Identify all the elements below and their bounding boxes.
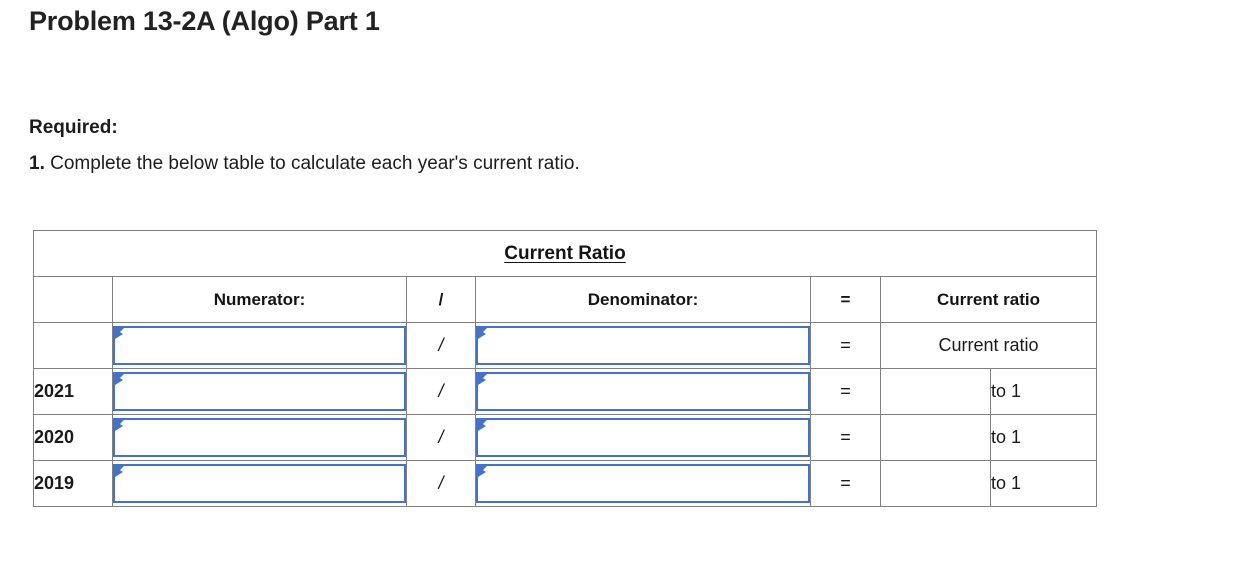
- slash-cell-2021: /: [406, 368, 476, 415]
- header-label-cell: [33, 276, 113, 323]
- denominator-cell-0[interactable]: [475, 322, 811, 369]
- instruction-line: 1. Complete the below table to calculate…: [29, 146, 580, 182]
- result-value-cell-2020[interactable]: [880, 414, 991, 461]
- slash-cell-2019: /: [406, 460, 476, 507]
- numerator-input-0[interactable]: [125, 328, 402, 365]
- numerator-cell-2021[interactable]: [112, 368, 407, 415]
- equals-cell-2019: =: [810, 460, 881, 507]
- instruction-text: Complete the below table to calculate ea…: [44, 153, 580, 174]
- table-title-text: Current Ratio: [504, 242, 626, 264]
- header-slash: /: [406, 276, 476, 323]
- required-label: Required:: [29, 117, 118, 138]
- numerator-cell-0[interactable]: [112, 322, 407, 369]
- denominator-entry-box-2019[interactable]: [476, 464, 810, 503]
- numerator-entry-box-2019[interactable]: [113, 464, 406, 503]
- header-numerator: Numerator:: [112, 276, 407, 323]
- header-denominator: Denominator:: [475, 276, 811, 323]
- page-title: Problem 13-2A (Algo) Part 1: [29, 6, 380, 36]
- denominator-entry-box-2020[interactable]: [476, 418, 810, 457]
- table-title-row: Current Ratio: [32, 230, 1098, 277]
- slash-cell-2020: /: [406, 414, 476, 461]
- result-suffix-2020: to 1: [989, 414, 1098, 461]
- denominator-entry-box-0[interactable]: [476, 326, 810, 365]
- result-value-cell-2021[interactable]: [880, 368, 991, 415]
- table-header-row: Numerator: / Denominator: = Current rati…: [33, 276, 1098, 323]
- numerator-entry-box-2021[interactable]: [113, 372, 406, 411]
- result-value-cell-2019[interactable]: [880, 460, 991, 507]
- dropdown-triangle-icon: [115, 467, 123, 477]
- row-label-0: [33, 322, 113, 369]
- numerator-input-2021[interactable]: [125, 374, 402, 411]
- result-suffix-2019: to 1: [989, 460, 1098, 507]
- numerator-cell-2019[interactable]: [112, 460, 407, 507]
- row-label-2020: 2020: [33, 414, 113, 461]
- header-equals: =: [810, 276, 881, 323]
- denominator-input-0[interactable]: [488, 328, 806, 365]
- dropdown-triangle-icon: [115, 329, 123, 339]
- table-row: / = Current ratio: [33, 322, 1098, 369]
- numerator-input-2019[interactable]: [125, 466, 402, 503]
- dropdown-triangle-icon: [478, 375, 486, 385]
- numerator-entry-box-2020[interactable]: [113, 418, 406, 457]
- equals-cell-2020: =: [810, 414, 881, 461]
- numerator-input-2020[interactable]: [125, 420, 402, 457]
- denominator-input-2021[interactable]: [488, 374, 806, 411]
- result-suffix-2021: to 1: [989, 368, 1098, 415]
- dropdown-triangle-icon: [115, 421, 123, 431]
- header-current-ratio: Current ratio: [879, 276, 1098, 323]
- denominator-cell-2021[interactable]: [475, 368, 811, 415]
- required-section: Required: 1. Complete the below table to…: [29, 110, 580, 182]
- current-ratio-table-wrapper: Current Ratio Numerator: / Denominator: …: [32, 230, 1098, 507]
- current-ratio-table: Current Ratio Numerator: / Denominator: …: [32, 230, 1098, 507]
- dropdown-triangle-icon: [478, 467, 486, 477]
- equals-cell-0: =: [810, 322, 881, 369]
- dropdown-triangle-icon: [478, 329, 486, 339]
- dropdown-triangle-icon: [115, 375, 123, 385]
- row-label-2019: 2019: [33, 460, 113, 507]
- slash-cell-0: /: [406, 322, 476, 369]
- instruction-number: 1.: [29, 153, 45, 174]
- result-cell-0: Current ratio: [879, 322, 1098, 369]
- denominator-input-2020[interactable]: [488, 420, 806, 457]
- table-row: 2020 / = to 1: [33, 414, 1098, 461]
- table-title-cell: Current Ratio: [32, 230, 1098, 277]
- denominator-cell-2020[interactable]: [475, 414, 811, 461]
- table-row: 2019 / = to 1: [33, 460, 1098, 507]
- numerator-entry-box-0[interactable]: [113, 326, 406, 365]
- denominator-cell-2019[interactable]: [475, 460, 811, 507]
- equals-cell-2021: =: [810, 368, 881, 415]
- denominator-entry-box-2021[interactable]: [476, 372, 810, 411]
- dropdown-triangle-icon: [478, 421, 486, 431]
- numerator-cell-2020[interactable]: [112, 414, 407, 461]
- row-label-2021: 2021: [33, 368, 113, 415]
- table-row: 2021 / = to 1: [33, 368, 1098, 415]
- denominator-input-2019[interactable]: [488, 466, 806, 503]
